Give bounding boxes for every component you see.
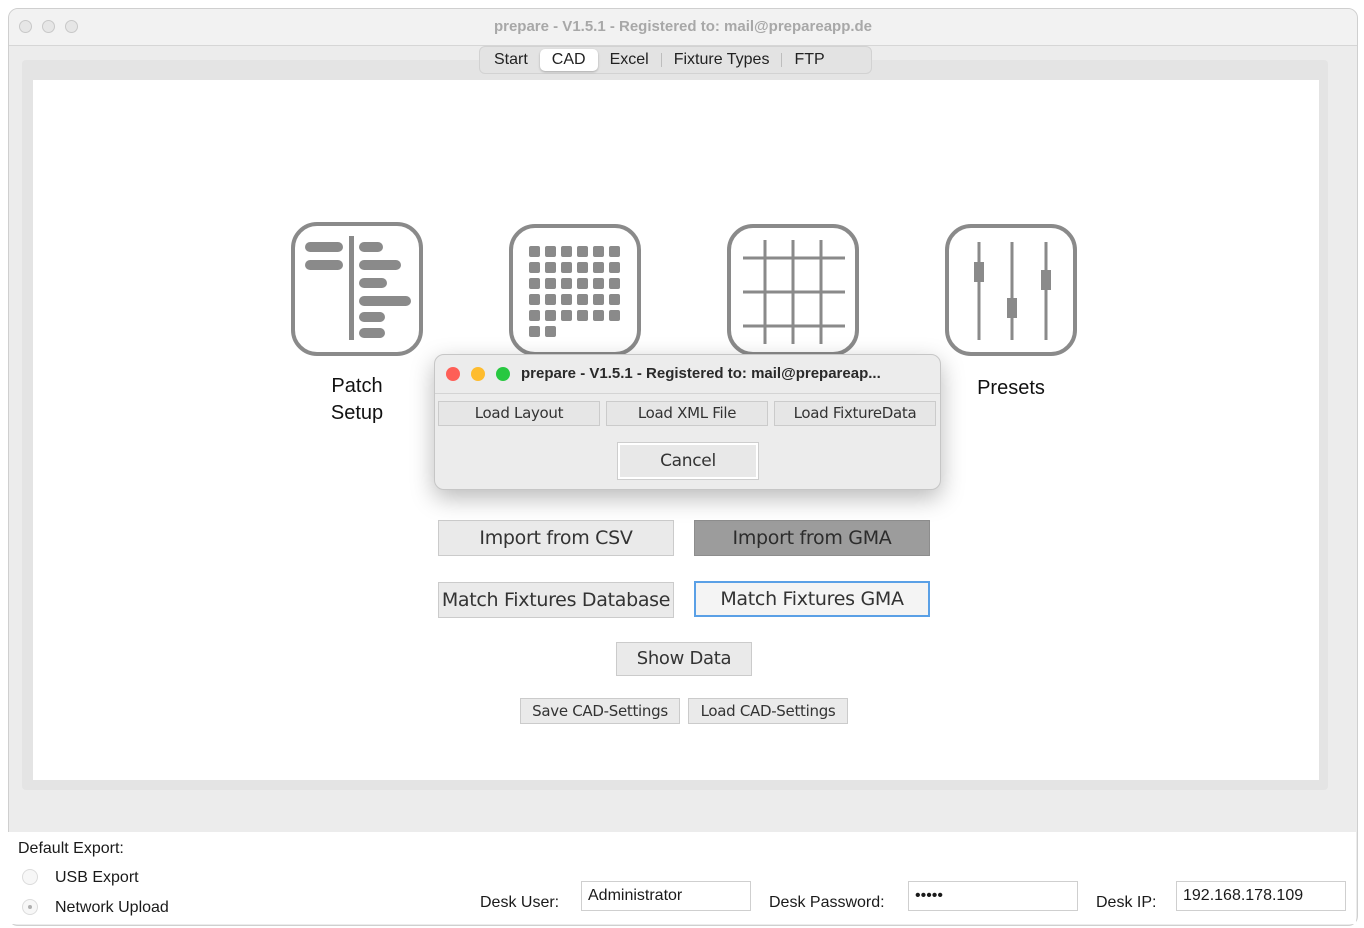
desk-user-input[interactable] bbox=[581, 881, 751, 911]
match-gma-button[interactable]: Match Fixtures GMA bbox=[694, 581, 930, 617]
fixtures-tile[interactable] bbox=[509, 224, 641, 356]
load-fixture-data-button[interactable]: Load FixtureData bbox=[774, 401, 936, 426]
load-dialog: prepare - V1.5.1 - Registered to: mail@p… bbox=[434, 354, 941, 490]
tab-bar: Start CAD Excel Fixture Types FTP bbox=[479, 46, 872, 74]
usb-export-label: USB Export bbox=[55, 869, 139, 886]
dialog-close-button[interactable] bbox=[446, 367, 460, 381]
load-layout-button[interactable]: Load Layout bbox=[438, 401, 600, 426]
patch-label-line1: Patch bbox=[331, 375, 383, 397]
network-upload-label: Network Upload bbox=[55, 899, 169, 916]
default-export-label: Default Export: bbox=[18, 840, 124, 857]
tab-start[interactable]: Start bbox=[482, 49, 540, 71]
load-cad-settings-button[interactable]: Load CAD-Settings bbox=[688, 698, 848, 724]
desk-password-input[interactable] bbox=[908, 881, 1078, 911]
load-xml-button[interactable]: Load XML File bbox=[606, 401, 768, 426]
dialog-zoom-button[interactable] bbox=[496, 367, 510, 381]
window-title: prepare - V1.5.1 - Registered to: mail@p… bbox=[493, 18, 873, 35]
desk-password-label: Desk Password: bbox=[769, 894, 885, 911]
tab-cad[interactable]: CAD bbox=[539, 49, 598, 71]
import-csv-button[interactable]: Import from CSV bbox=[438, 520, 674, 556]
layout-tile[interactable] bbox=[727, 224, 859, 356]
tab-excel[interactable]: Excel bbox=[598, 49, 661, 71]
fixture-grid-icon bbox=[529, 246, 620, 337]
cancel-button[interactable]: Cancel bbox=[618, 443, 758, 479]
dialog-divider bbox=[435, 393, 940, 394]
dialog-title: prepare - V1.5.1 - Registered to: mail@p… bbox=[521, 365, 881, 382]
tab-fixture-types[interactable]: Fixture Types bbox=[662, 49, 782, 71]
patch-label-line2: Setup bbox=[330, 402, 384, 424]
presets-tile[interactable] bbox=[945, 224, 1077, 356]
match-database-button[interactable]: Match Fixtures Database bbox=[438, 582, 674, 618]
show-data-button[interactable]: Show Data bbox=[616, 642, 752, 676]
presets-label: Presets bbox=[977, 377, 1045, 399]
patch-setup-label: Patch Setup bbox=[307, 373, 407, 427]
desk-user-label: Desk User: bbox=[480, 894, 560, 911]
desk-ip-label: Desk IP: bbox=[1096, 894, 1157, 911]
tab-ftp[interactable]: FTP bbox=[782, 49, 836, 71]
dialog-minimize-button[interactable] bbox=[471, 367, 485, 381]
desk-ip-input[interactable] bbox=[1176, 881, 1346, 911]
import-gma-button[interactable]: Import from GMA bbox=[694, 520, 930, 556]
usb-export-radio[interactable] bbox=[22, 869, 38, 885]
layout-grid-icon bbox=[743, 240, 845, 344]
faders-icon bbox=[974, 242, 1051, 340]
patch-setup-tile[interactable] bbox=[291, 222, 423, 356]
patch-list-icon bbox=[305, 236, 411, 340]
network-upload-radio[interactable] bbox=[22, 899, 38, 915]
save-cad-settings-button[interactable]: Save CAD-Settings bbox=[520, 698, 680, 724]
title-bar: prepare - V1.5.1 - Registered to: mail@p… bbox=[9, 9, 1357, 46]
